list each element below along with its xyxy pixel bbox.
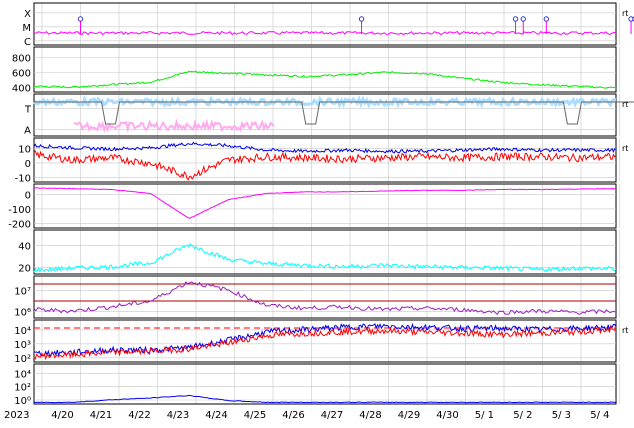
xtick-label: 4/27 [321,410,343,421]
electron-high-series [33,322,617,357]
rt-tag: rt [622,326,628,335]
ytick-label: 10⁰ [14,396,31,407]
ytick-label: M [22,23,31,34]
speed-series [34,70,617,90]
ytick-label: 10³ [14,340,31,351]
ytick-label: 20 [18,263,31,274]
flare-marker [77,16,84,22]
bz-series [33,150,617,181]
xtick-label: 4/26 [282,410,304,421]
ytick-label: C [24,37,31,48]
xtick-label: 4/23 [167,410,189,421]
panel-frame [33,46,617,93]
xtick-label: 4/22 [128,410,150,421]
xtick-label: 4/28 [359,410,381,421]
dst-series [33,187,617,219]
xray-series [33,30,616,36]
rt-tag: rt [622,144,628,153]
ytick-label: 10² [14,383,31,394]
proton-series [33,394,617,404]
ytick-label: 400 [12,84,31,95]
panel-frame [33,2,617,46]
xtick-label: 4/20 [51,410,73,421]
ytick-label: A [24,126,31,137]
ytick-label: -10 [15,174,31,185]
ytick-label: 600 [12,69,31,80]
xtick-label: 4/24 [205,410,227,421]
xtick-label: 5/ 1 [475,410,494,421]
flare-marker [520,16,526,22]
temperature-series [33,281,617,315]
xtick-label: 5/ 2 [513,410,532,421]
ytick-label: 10⁴ [14,326,31,337]
rt-tag: rt [622,9,628,18]
xtick-label: 4/30 [436,410,458,421]
xtick-label: 4/29 [398,410,420,421]
xtick-label: 2023 [4,410,29,421]
flare-marker [512,16,519,22]
chart-svg: XMC800600400TA100-100-100-200402010⁷10⁶1… [4,2,634,421]
ytick-label: 10⁴ [14,369,31,380]
ytick-label: 10⁷ [14,287,31,298]
ytick-label: 40 [18,241,31,252]
ytick-label: 10⁶ [14,308,31,319]
xtick-label: 4/21 [90,410,112,421]
flare-marker [358,16,365,22]
xtick-label: 5/ 3 [552,410,571,421]
ytick-label: 10 [18,144,31,155]
panel-frame [33,363,617,405]
space-weather-dashboard: X M C 800 600 400 T A 10 0 -10 0 -100 -200 40 20 10⁷ 10⁶ 1… [0,0,634,424]
bt-series [33,141,617,154]
rt-tag: rt [622,100,628,109]
ytick-label: 0 [25,159,31,170]
ytick-label: -100 [8,205,31,216]
ytick-label: -200 [8,220,31,231]
ytick-label: 800 [12,54,31,65]
sector-series [34,101,634,125]
ytick-label: T [24,105,32,116]
away-series [73,118,275,134]
electron-low-series [33,325,617,361]
density-series [33,242,617,273]
xtick-label: 4/25 [244,410,266,421]
ytick-label: 10² [14,354,31,365]
ytick-label: X [24,9,31,20]
xtick-label: 5/ 4 [590,410,609,421]
ytick-label: 0 [25,190,31,201]
flare-marker [543,16,550,22]
